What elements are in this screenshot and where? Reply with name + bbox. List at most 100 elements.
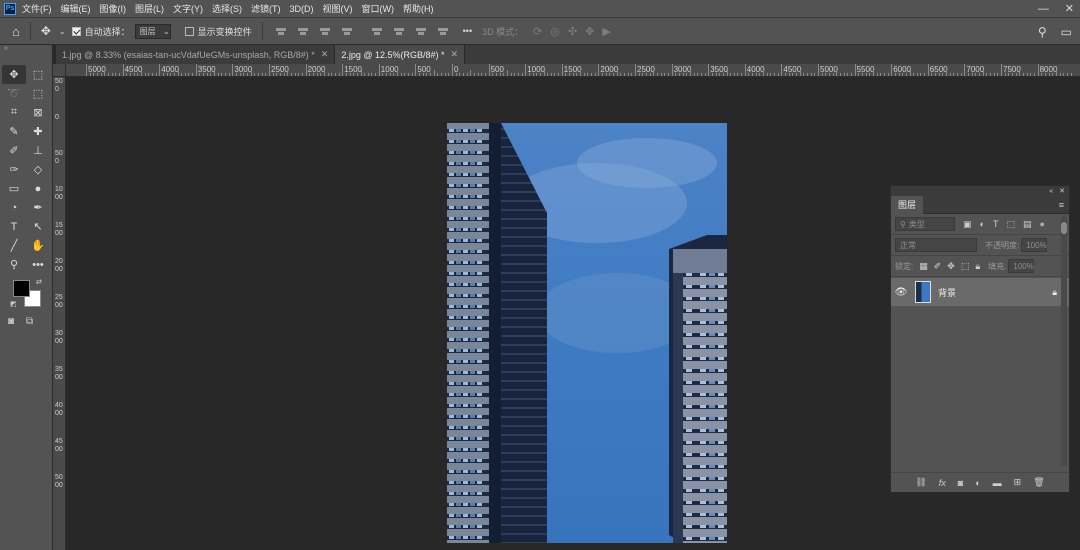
foreground-color-swatch[interactable] xyxy=(13,280,30,297)
3d-drag-icon[interactable]: ✣ xyxy=(568,25,577,38)
collapse-icon[interactable]: « xyxy=(1049,188,1053,195)
fill-input[interactable]: 100% xyxy=(1008,259,1035,273)
lock-image-icon[interactable]: ✐ xyxy=(934,261,942,272)
healing-brush-tool[interactable]: ✚ xyxy=(26,122,50,141)
layers-scrollbar[interactable] xyxy=(1061,216,1067,466)
3d-roll-icon[interactable]: ◎ xyxy=(550,25,560,38)
quick-mask-icon[interactable]: ◙ xyxy=(8,316,14,327)
chevron-down-icon[interactable]: ⌄ xyxy=(59,27,66,36)
tab-layers[interactable]: 图层 xyxy=(891,195,924,214)
filter-shape-icon[interactable]: ⬚ xyxy=(1006,219,1015,230)
align-distribute-icon[interactable] xyxy=(341,26,353,36)
link-icon[interactable]: ⛓ xyxy=(915,477,926,488)
filter-smart-object-icon[interactable]: ▤ xyxy=(1023,219,1032,230)
folder-icon[interactable]: ▬ xyxy=(993,478,1002,488)
3d-camera-icon[interactable]: ▶ xyxy=(602,25,610,38)
align-center-h-icon[interactable] xyxy=(297,26,309,36)
screen-mode-icon[interactable]: ⧉ xyxy=(26,316,33,327)
rect-marquee-tool[interactable]: ⬚ xyxy=(26,65,50,84)
move-tool[interactable]: ✥ xyxy=(2,65,26,84)
clone-stamp-tool[interactable]: ⊥ xyxy=(26,141,50,160)
menu-window[interactable]: 窗口(W) xyxy=(362,2,395,15)
home-icon[interactable]: ⌂ xyxy=(12,24,20,39)
panel-collapse-handle[interactable]: » xyxy=(0,45,52,53)
minimize-icon[interactable]: — xyxy=(1038,3,1049,15)
gradient-tool[interactable]: ▭ xyxy=(2,179,26,198)
ruler-origin[interactable] xyxy=(53,64,66,77)
align-middle-v-icon[interactable] xyxy=(393,26,405,36)
default-colors-icon[interactable]: ◩ xyxy=(10,300,17,308)
history-brush-tool[interactable]: ✑ xyxy=(2,160,26,179)
hand-tool[interactable]: ✋ xyxy=(26,236,50,255)
menu-edit[interactable]: 编辑(E) xyxy=(61,2,91,15)
lock-position-icon[interactable]: ✥ xyxy=(947,261,955,272)
scrollbar-thumb[interactable] xyxy=(1061,222,1067,234)
layer-row[interactable]: 👁︎ 背景 🔒︎ xyxy=(891,278,1069,306)
3d-orbit-icon[interactable]: ⟳ xyxy=(533,25,542,38)
lock-icon[interactable]: 🔒︎ xyxy=(1052,287,1057,298)
object-select-tool[interactable]: ⬚ xyxy=(26,84,50,103)
dodge-tool[interactable]: ◔ xyxy=(2,198,26,217)
menu-layer[interactable]: 图层(L) xyxy=(135,2,164,15)
filter-adjustment-icon[interactable]: ◐ xyxy=(980,219,985,229)
path-select-tool[interactable]: ↖ xyxy=(26,217,50,236)
auto-select-checkbox[interactable] xyxy=(71,26,81,36)
menu-help[interactable]: 帮助(H) xyxy=(403,2,434,15)
tab-document-1[interactable]: 1.jpg @ 8.33% (esaias-tan-ucVdafUeGMs-un… xyxy=(56,45,336,64)
eyedropper-tool[interactable]: ✎ xyxy=(2,122,26,141)
type-tool[interactable]: T xyxy=(2,217,26,236)
align-right-icon[interactable] xyxy=(319,26,331,36)
more-options-button[interactable]: ••• xyxy=(463,26,472,36)
opacity-input[interactable]: 100% xyxy=(1021,238,1048,252)
layer-name[interactable]: 背景 xyxy=(938,286,956,299)
align-top-icon[interactable] xyxy=(371,26,383,36)
panel-menu-icon[interactable]: ≡ xyxy=(1059,200,1064,210)
blend-mode-dropdown[interactable]: 正常 xyxy=(895,238,977,252)
lock-transparent-icon[interactable]: ▦ xyxy=(919,261,928,272)
line-tool[interactable]: ╱ xyxy=(2,236,26,255)
pen-tool[interactable]: ✒ xyxy=(26,198,50,217)
menu-view[interactable]: 视图(V) xyxy=(323,2,353,15)
search-icon[interactable]: ⚲ xyxy=(1038,25,1047,39)
vertical-ruler[interactable]: 500 0 500 1000 1500 2000 2500 3000 3500 4000 4500 5… xyxy=(53,64,66,550)
more-tools[interactable]: ••• xyxy=(26,255,50,274)
brush-tool[interactable]: ✐ xyxy=(2,141,26,160)
close-icon[interactable]: ✕ xyxy=(1059,187,1065,195)
lasso-tool[interactable]: ➰ xyxy=(2,84,26,103)
close-icon[interactable]: ✕ xyxy=(451,49,459,60)
auto-select-target-dropdown[interactable]: 图层 ⌄ xyxy=(134,23,171,39)
workspace-icon[interactable]: ▭ xyxy=(1061,25,1072,39)
filter-type-icon[interactable]: T xyxy=(993,219,999,229)
eye-icon[interactable]: 👁︎ xyxy=(891,287,911,298)
menu-file[interactable]: 文件(F) xyxy=(22,2,52,15)
fx-icon[interactable]: fx xyxy=(939,478,946,488)
3d-slide-icon[interactable]: ✥ xyxy=(585,25,594,38)
menu-image[interactable]: 图像(I) xyxy=(100,2,127,15)
filter-toggle-icon[interactable]: ● xyxy=(1039,219,1044,229)
close-icon[interactable]: ✕ xyxy=(1065,2,1074,15)
show-transform-checkbox[interactable] xyxy=(184,26,194,36)
swap-colors-icon[interactable]: ⇄ xyxy=(36,278,42,286)
menu-filter[interactable]: 滤镜(T) xyxy=(251,2,281,15)
distribute-v-icon[interactable] xyxy=(437,26,449,36)
mask-icon[interactable]: ◙ xyxy=(958,478,963,488)
adjustment-icon[interactable]: ◐ xyxy=(975,478,980,488)
document-image[interactable] xyxy=(447,123,727,543)
align-left-icon[interactable] xyxy=(275,26,287,36)
trash-icon[interactable]: 🗑︎ xyxy=(1033,477,1044,488)
menu-select[interactable]: 选择(S) xyxy=(212,2,242,15)
menu-type[interactable]: 文字(Y) xyxy=(173,2,203,15)
tab-document-2[interactable]: 2.jpg @ 12.5%(RGB/8#) * ✕ xyxy=(335,45,466,64)
zoom-tool[interactable]: ⚲ xyxy=(2,255,26,274)
menu-3d[interactable]: 3D(D) xyxy=(290,4,314,14)
lock-artboard-icon[interactable]: ⬚ xyxy=(961,261,970,272)
align-bottom-icon[interactable] xyxy=(415,26,427,36)
layer-filter-dropdown[interactable]: ⚲ 类型 xyxy=(895,217,955,231)
close-icon[interactable]: ✕ xyxy=(321,49,329,60)
filter-pixel-icon[interactable]: ▣ xyxy=(963,219,972,230)
horizontal-ruler[interactable]: 5000 4500 4000 3500 3000 2500 2000 1500 1000 500 0… xyxy=(66,64,1080,77)
crop-tool[interactable]: ⌗ xyxy=(2,103,26,122)
move-icon[interactable]: ✥ xyxy=(41,24,51,38)
frame-tool[interactable]: ⊠ xyxy=(26,103,50,122)
new-layer-icon[interactable]: ⊞ xyxy=(1014,477,1022,488)
